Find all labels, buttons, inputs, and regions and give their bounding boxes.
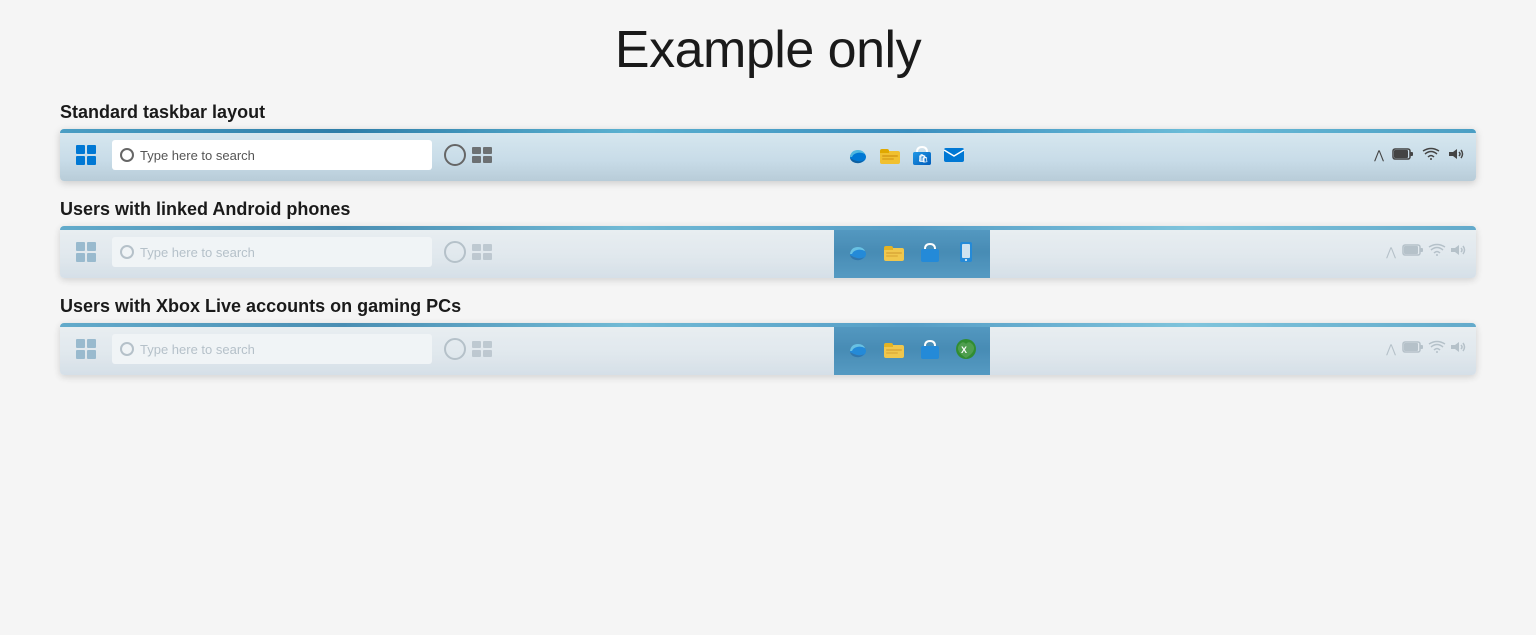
phone-link-button-android[interactable]	[950, 236, 982, 268]
taskbar-middle-android	[440, 241, 834, 263]
section-android-label: Users with linked Android phones	[60, 199, 1476, 220]
svg-text:🛍: 🛍	[918, 153, 928, 163]
store-button-android[interactable]	[914, 236, 946, 268]
tray-overflow-xbox[interactable]: ⋀	[1384, 340, 1398, 358]
cortana-icon[interactable]	[444, 144, 466, 166]
search-icon-xbox	[120, 342, 134, 356]
store-button[interactable]: 🛍	[906, 139, 938, 171]
edge-button-android[interactable]	[842, 236, 874, 268]
cortana-icon-xbox[interactable]	[444, 338, 466, 360]
pinned-apps: 🛍	[838, 129, 974, 181]
tray-wifi-xbox	[1428, 340, 1446, 359]
highlighted-pinned-xbox: X	[834, 323, 990, 375]
section-xbox: Users with Xbox Live accounts on gaming …	[60, 296, 1476, 375]
start-button-xbox[interactable]	[60, 323, 112, 375]
taskbar-standard: Type here to search	[60, 129, 1476, 181]
cortana-icon-android[interactable]	[444, 241, 466, 263]
tray-battery-icon	[1390, 145, 1416, 166]
tray-wifi-android	[1428, 243, 1446, 262]
section-xbox-label: Users with Xbox Live accounts on gaming …	[60, 296, 1476, 317]
svg-text:X: X	[961, 345, 967, 355]
page-title: Example only	[615, 20, 921, 80]
edge-button-xbox[interactable]	[842, 333, 874, 365]
search-icon	[120, 148, 134, 162]
taskbar-android: Type here to search	[60, 226, 1476, 278]
search-icon-android	[120, 245, 134, 259]
windows-icon-xbox	[76, 339, 96, 359]
xbox-button-xbox[interactable]: X	[950, 333, 982, 365]
search-placeholder-xbox: Type here to search	[140, 342, 424, 357]
file-explorer-button[interactable]	[874, 139, 906, 171]
section-standard-label: Standard taskbar layout	[60, 102, 1476, 123]
taskview-icon-xbox[interactable]	[468, 338, 496, 360]
system-tray-xbox: ⋀	[1376, 340, 1476, 359]
tray-battery-android	[1402, 243, 1424, 262]
file-explorer-button-xbox[interactable]	[878, 333, 910, 365]
search-box[interactable]: Type here to search	[112, 140, 432, 170]
store-button-xbox[interactable]	[914, 333, 946, 365]
windows-icon	[76, 145, 96, 165]
system-tray-android: ⋀	[1376, 243, 1476, 262]
tray-volume-xbox[interactable]	[1450, 340, 1468, 359]
tray-volume-icon[interactable]	[1446, 145, 1468, 166]
section-standard: Standard taskbar layout Type here to sea…	[60, 102, 1476, 181]
tray-battery-xbox	[1402, 340, 1424, 359]
taskbar-middle	[440, 144, 838, 166]
start-button[interactable]	[60, 129, 112, 181]
tray-volume-android[interactable]	[1450, 243, 1468, 262]
tray-overflow-button[interactable]: ⋀	[1372, 146, 1386, 164]
search-placeholder-android: Type here to search	[140, 245, 424, 260]
edge-button[interactable]	[842, 139, 874, 171]
section-android: Users with linked Android phones Type he…	[60, 199, 1476, 278]
taskview-icon-android[interactable]	[468, 241, 496, 263]
mail-button[interactable]	[938, 139, 970, 171]
windows-icon-android	[76, 242, 96, 262]
system-tray: ⋀	[1364, 145, 1476, 166]
taskbar-middle-xbox	[440, 338, 834, 360]
search-placeholder: Type here to search	[140, 148, 424, 163]
file-explorer-button-android[interactable]	[878, 236, 910, 268]
taskbar-xbox: Type here to search	[60, 323, 1476, 375]
start-button-android[interactable]	[60, 226, 112, 278]
search-box-xbox[interactable]: Type here to search	[112, 334, 432, 364]
search-box-android[interactable]: Type here to search	[112, 237, 432, 267]
tray-wifi-icon	[1420, 145, 1442, 166]
highlighted-pinned-android	[834, 226, 990, 278]
tray-overflow-android[interactable]: ⋀	[1384, 243, 1398, 261]
taskview-icon[interactable]	[468, 144, 496, 166]
